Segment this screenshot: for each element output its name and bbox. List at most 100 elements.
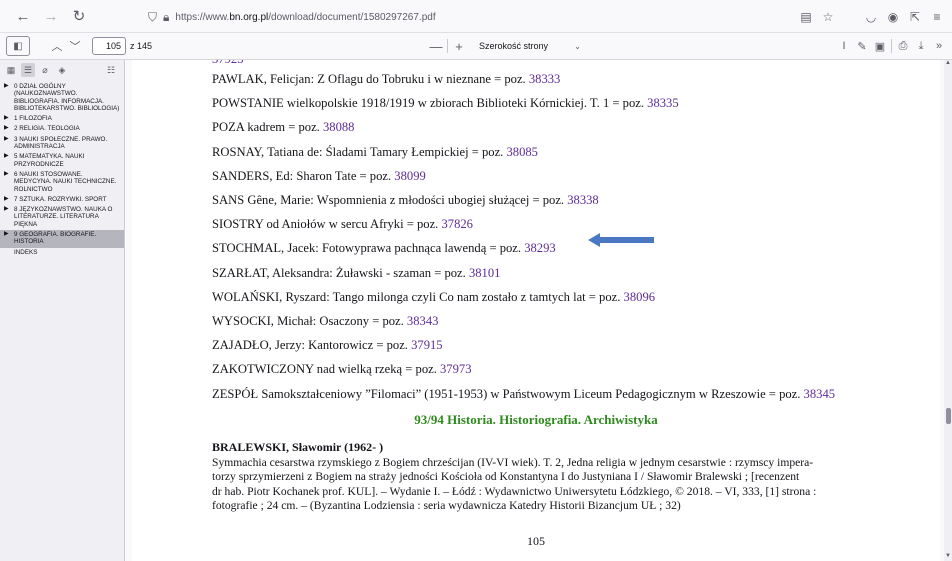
outline-item[interactable]: ▶ 2 RELIGIA. TEOLOGIA bbox=[0, 124, 124, 134]
outline-item-label: 7 SZTUKA. ROZRYWKI. SPORT bbox=[14, 195, 107, 203]
layers-button[interactable]: ◈ bbox=[55, 63, 69, 77]
index-entry: WOLAŃSKI, Ryszard: Tango milonga czyli C… bbox=[212, 290, 655, 305]
entry-ref-link[interactable]: 37826 bbox=[441, 217, 472, 231]
account-button[interactable]: ◉ bbox=[882, 6, 904, 28]
outline-item[interactable]: ▶ 0 DZIAŁ OGÓLNY (Naukoznawstwo. Bibliogr… bbox=[0, 82, 124, 114]
image-tool-button[interactable]: ▣ bbox=[871, 36, 889, 56]
sidebar-tools: ▦ ☰ ⌀ ◈ ☷ bbox=[0, 60, 124, 80]
arrow-shape bbox=[588, 233, 654, 247]
outline-find-icon: ☷ bbox=[106, 64, 116, 75]
entry-text: WYSOCKI, Michał: Osaczony = poz. bbox=[212, 314, 407, 328]
entry-ref-link[interactable]: 38338 bbox=[567, 193, 598, 207]
pdf-toolbar: ◧ ︿ ﹀ 105 z 145 — + Szerokość strony ⌄ I… bbox=[0, 33, 952, 60]
index-entry: SIOSTRY od Aniołów w sercu Afryki = poz.… bbox=[212, 217, 473, 232]
triangle-right-icon[interactable]: ▶ bbox=[4, 125, 9, 132]
entry-text: POZA kadrem = poz. bbox=[212, 120, 323, 135]
cut-off-line: 37923 bbox=[212, 60, 243, 67]
attachments-button[interactable]: ⌀ bbox=[38, 63, 52, 77]
pocket-button[interactable]: ◡ bbox=[860, 6, 882, 28]
entry-text: SANDERS, Ed: Sharon Tate = poz. bbox=[212, 168, 395, 183]
entry-ref-link[interactable]: 38096 bbox=[624, 290, 655, 304]
triangle-right-icon[interactable]: ▶ bbox=[4, 171, 9, 178]
reload-icon: ↻ bbox=[72, 8, 86, 25]
page-number-input[interactable]: 105 bbox=[92, 37, 126, 55]
url-text: https://www.bn.org.pl/download/document/… bbox=[175, 12, 435, 23]
pdf-page: 37923 PAWLAK, Felicjan: Z Oflagu do Tobr… bbox=[132, 60, 940, 561]
outline-item[interactable]: ▶ 3 NAUKI SPOŁECZNE. PRAWO. ADMINISTRACJA bbox=[0, 135, 124, 153]
outline-item[interactable]: ▶ 7 SZTUKA. ROZRYWKI. SPORT bbox=[0, 195, 124, 205]
entry-ref-link[interactable]: 37973 bbox=[440, 362, 471, 376]
triangle-right-icon[interactable]: ▶ bbox=[4, 231, 9, 238]
shield-icon: ⛉ bbox=[148, 9, 158, 24]
next-page-button[interactable]: ﹀ bbox=[66, 36, 84, 56]
outline-item[interactable]: ▶ 5 MATEMATYKA. NAUKI PRZYRODNICZE bbox=[0, 152, 124, 170]
zoom-out-button[interactable]: — bbox=[428, 36, 444, 56]
forward-button[interactable]: → bbox=[40, 5, 62, 27]
image-icon: ▣ bbox=[874, 40, 886, 53]
entry-ref-link[interactable]: 38343 bbox=[407, 314, 438, 328]
scroll-thumb[interactable] bbox=[946, 408, 951, 424]
triangle-right-icon[interactable]: ▶ bbox=[4, 115, 9, 122]
reload-button[interactable]: ↻ bbox=[68, 5, 90, 27]
thumbnails-button[interactable]: ▦ bbox=[4, 63, 18, 77]
entry-text: ZAKOTWICZONY nad wielką rzeką = poz. bbox=[212, 362, 440, 377]
zoom-select-value: Szerokość strony bbox=[479, 41, 549, 51]
find-outline-button[interactable]: ☷ bbox=[104, 63, 118, 77]
outline-item[interactable]: INDEKS bbox=[0, 248, 124, 258]
index-entry: POZA kadrem = poz. 38088 bbox=[212, 120, 354, 135]
triangle-right-icon[interactable]: ▶ bbox=[4, 83, 9, 90]
zoom-select[interactable]: Szerokość strony ⌄ bbox=[473, 36, 587, 56]
outline-item-label: 6 NAUKI STOSOWANE. MEDYCYNA. NAUKI TECHN… bbox=[14, 170, 117, 193]
outline-item-label: 2 RELIGIA. TEOLOGIA bbox=[14, 125, 80, 133]
vertical-scrollbar[interactable]: ▲ ▼ bbox=[944, 60, 952, 561]
triangle-right-icon[interactable]: ▶ bbox=[4, 206, 9, 213]
url-domain: bn.org.pl bbox=[229, 11, 269, 23]
book-author: BRALEWSKI, Sławomir (1962- ) bbox=[212, 440, 384, 454]
outline-item-label: INDEKS bbox=[14, 248, 38, 256]
save-button[interactable]: ⤓ bbox=[912, 36, 930, 56]
outline-item[interactable]: ▶ 1 FILOZOFIA bbox=[0, 114, 124, 124]
previous-page-button[interactable]: ︿ bbox=[48, 36, 66, 56]
reader-view-button[interactable]: ▤ bbox=[795, 6, 817, 28]
index-entry: ZAJADŁO, Jerzy: Kantorowicz = poz. 37915 bbox=[212, 338, 443, 353]
entry-ref-link[interactable]: 38335 bbox=[647, 96, 678, 110]
triangle-right-icon[interactable]: ▶ bbox=[4, 196, 9, 203]
zoom-in-button[interactable]: + bbox=[451, 36, 467, 56]
bookmark-star-button[interactable]: ☆ bbox=[817, 6, 839, 28]
text-cursor-icon: I bbox=[842, 40, 846, 52]
outline-button[interactable]: ☰ bbox=[21, 63, 35, 77]
entry-text: SIOSTRY od Aniołów w sercu Afryki = poz. bbox=[212, 217, 442, 232]
triangle-right-icon[interactable]: ▶ bbox=[4, 136, 9, 143]
index-entry: ZAKOTWICZONY nad wielką rzeką = poz. 379… bbox=[212, 362, 471, 377]
lock-icon: 🔒︎ bbox=[163, 9, 170, 24]
text-tool-button[interactable]: I bbox=[835, 36, 853, 56]
share-button[interactable]: ⇱ bbox=[904, 6, 926, 28]
outline-item[interactable]: ▶ 9 GEOGRAFIA. BIOGRAFIE. HISTORIA bbox=[0, 230, 124, 248]
menu-button[interactable]: ≡ bbox=[926, 6, 948, 28]
outline-item-label: 9 GEOGRAFIA. BIOGRAFIE. HISTORIA bbox=[14, 231, 97, 246]
entry-ref-link[interactable]: 38085 bbox=[506, 145, 537, 159]
sidebar-toggle-button[interactable]: ◧ bbox=[6, 36, 30, 56]
pdf-viewer: 37923 PAWLAK, Felicjan: Z Oflagu do Tobr… bbox=[126, 60, 952, 561]
entry-text: PAWLAK, Felicjan: Z Oflagu do Tobruku i … bbox=[212, 72, 529, 86]
index-entry: SANS Gêne, Marie: Wspomnienia z młodości… bbox=[212, 193, 599, 208]
entry-ref-link[interactable]: 38099 bbox=[394, 169, 425, 183]
entry-ref-link[interactable]: 38333 bbox=[529, 72, 560, 86]
print-button[interactable]: ⎙ bbox=[894, 36, 912, 56]
back-button[interactable]: ← bbox=[12, 5, 34, 27]
entry-ref-link[interactable]: 38293 bbox=[524, 241, 555, 255]
outline-item[interactable]: ▶ 8 JĘZYKOZNAWSTWO. NAUKA O LITERATURZE. … bbox=[0, 205, 124, 230]
scroll-up-icon[interactable]: ▲ bbox=[944, 60, 952, 68]
more-tools-button[interactable]: » bbox=[930, 36, 948, 56]
address-bar[interactable]: ⛉ 🔒︎ https://www.bn.org.pl/download/docu… bbox=[148, 6, 436, 28]
entry-ref-link[interactable]: 38101 bbox=[469, 266, 500, 280]
triangle-right-icon[interactable]: ▶ bbox=[4, 153, 9, 160]
entry-ref-link[interactable]: 38345 bbox=[804, 387, 835, 401]
entry-ref-link[interactable]: 37915 bbox=[411, 338, 442, 352]
url-path: /download/document/1580297267.pdf bbox=[268, 11, 436, 23]
outline-item[interactable]: ▶ 6 NAUKI STOSOWANE. MEDYCYNA. NAUKI TECH… bbox=[0, 170, 124, 195]
scroll-down-icon[interactable]: ▼ bbox=[944, 553, 952, 561]
draw-tool-button[interactable]: ✎ bbox=[853, 36, 871, 56]
entry-ref-link[interactable]: 38088 bbox=[323, 120, 354, 134]
arrow-right-icon: → bbox=[43, 7, 59, 25]
